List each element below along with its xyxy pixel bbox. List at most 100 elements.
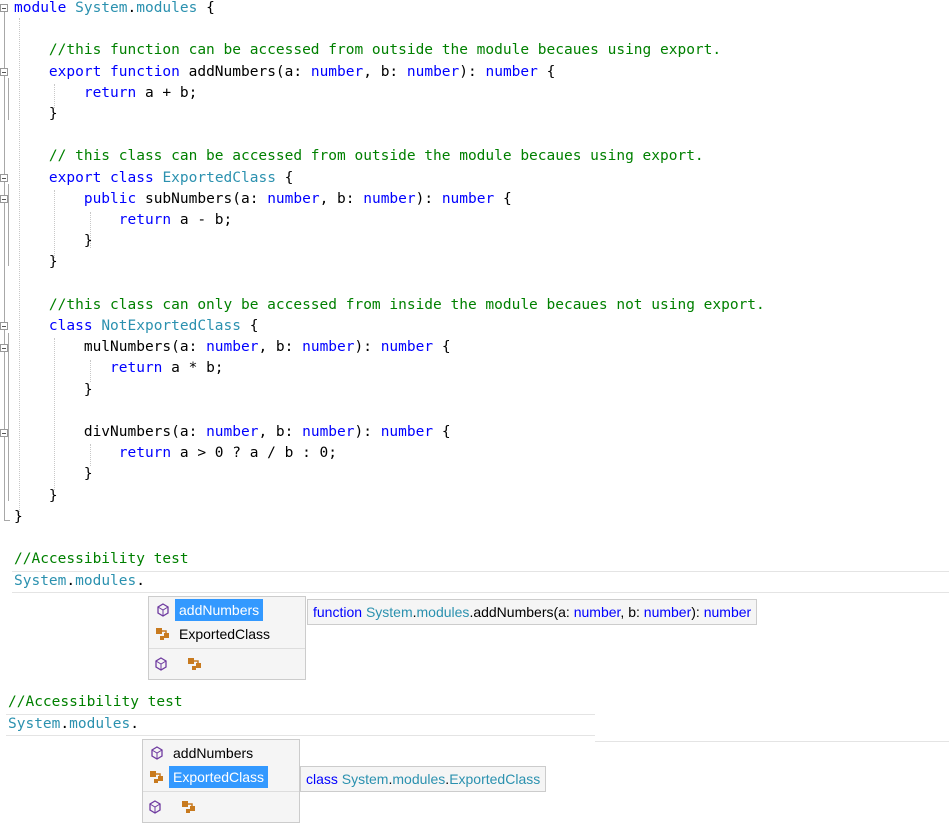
keyword-token: number <box>206 424 259 440</box>
function-icon <box>149 745 165 761</box>
class-icon <box>155 626 171 642</box>
outline-line <box>8 78 9 120</box>
keyword-token: function <box>110 63 180 80</box>
completion-list[interactable]: addNumbers ExportedClass <box>142 739 300 823</box>
text-token: } <box>14 466 93 483</box>
keyword-token: return <box>83 84 137 101</box>
keyword-token: number <box>380 424 434 440</box>
keyword-token: function <box>313 604 366 620</box>
text-token: } <box>14 508 23 525</box>
completion-item-addnumbers[interactable]: addNumbers <box>143 742 299 764</box>
keyword-token: number <box>310 63 364 80</box>
type-token: System <box>75 0 128 16</box>
text-token: subNumbers(a: <box>136 190 268 207</box>
code-line: } <box>14 380 93 400</box>
collapse-icon[interactable] <box>0 195 8 203</box>
keyword-token: number <box>302 339 355 356</box>
code-line: public subNumbers(a: number, b: number):… <box>14 189 512 209</box>
class-filter-icon[interactable] <box>187 656 203 672</box>
collapse-icon[interactable] <box>0 68 8 76</box>
code-line: //this function can be accessed from out… <box>14 40 721 60</box>
code-line-input[interactable]: System.modules. <box>14 571 145 591</box>
dot-token: . <box>130 716 139 732</box>
collapse-icon[interactable] <box>0 4 8 12</box>
outline-line <box>8 184 9 266</box>
collapse-icon[interactable] <box>0 322 8 330</box>
type-token: ExportedClass <box>162 169 276 186</box>
completion-item-addnumbers[interactable]: addNumbers <box>149 599 305 621</box>
keyword-token: number <box>703 604 752 620</box>
keyword-token: class <box>110 169 154 186</box>
function-filter-icon[interactable] <box>153 656 169 672</box>
completion-tooltip: class System.modules.ExportedClass <box>300 766 547 792</box>
text-token: a + b; <box>136 84 198 101</box>
text-token: ): <box>691 604 704 620</box>
line-separator <box>595 741 949 742</box>
code-line-input[interactable]: System.modules. <box>8 714 139 734</box>
code-line: return a > 0 ? a / b : 0; <box>14 443 337 463</box>
collapse-icon[interactable] <box>0 174 8 182</box>
text-token: } <box>14 233 93 250</box>
completion-list[interactable]: addNumbers ExportedClass <box>148 596 306 680</box>
completion-item-label: ExportedClass <box>179 626 271 642</box>
completion-item-label: ExportedClass <box>169 766 269 788</box>
text-token: { <box>537 63 556 80</box>
collapse-icon[interactable] <box>0 429 8 437</box>
text-token: , b: <box>319 190 364 207</box>
text-token: ): <box>415 190 442 207</box>
text-token: , b: <box>363 63 407 80</box>
keyword-token: class <box>306 771 342 787</box>
completion-item-exportedclass[interactable]: ExportedClass <box>143 766 299 788</box>
keyword-token: number <box>363 190 416 207</box>
code-line: class NotExportedClass { <box>14 316 259 336</box>
code-line: } <box>14 464 93 484</box>
code-line: } <box>14 231 93 251</box>
text-token: addNumbers(a: <box>179 63 311 80</box>
text-token: { <box>275 169 294 186</box>
outline-line-end <box>4 512 10 521</box>
code-line: // this class can be accessed from outsi… <box>14 146 704 166</box>
text-token: .addNumbers(a: <box>469 604 574 620</box>
text-token: ): <box>354 424 381 440</box>
keyword-token: number <box>485 63 538 80</box>
function-filter-icon[interactable] <box>147 799 163 815</box>
text-token: } <box>14 106 58 122</box>
text-token: { <box>433 339 451 356</box>
code-line: } <box>14 104 58 124</box>
keyword-token: export <box>48 63 102 80</box>
type-token: modules <box>416 604 470 620</box>
text-token: , b: <box>258 339 303 356</box>
dot-token: . <box>66 573 76 589</box>
keyword-token: return <box>110 360 163 377</box>
keyword-token: public <box>83 190 137 207</box>
text-token: divNumbers(a: <box>14 424 207 440</box>
type-token: modules <box>392 771 446 787</box>
type-token: NotExportedClass <box>101 318 241 334</box>
current-line-highlight <box>12 571 949 593</box>
keyword-token: number <box>406 63 460 80</box>
collapse-icon[interactable] <box>0 344 8 352</box>
type-token: System <box>341 771 389 787</box>
text-token: } <box>14 254 58 271</box>
class-filter-icon[interactable] <box>181 799 197 815</box>
keyword-token: number <box>643 604 692 620</box>
completion-item-exportedclass[interactable]: ExportedClass <box>149 623 305 645</box>
text-token: ): <box>354 339 381 356</box>
keyword-token: return <box>118 212 172 228</box>
keyword-token: class <box>48 318 93 334</box>
dot-token: . <box>136 573 145 589</box>
code-line: } <box>14 486 58 506</box>
namespace-token: System <box>14 573 67 589</box>
completion-item-label: addNumbers <box>175 599 264 621</box>
keyword-token: number <box>302 424 355 440</box>
comment-line: //Accessibility test <box>8 694 183 710</box>
text-token: , b: <box>620 604 644 620</box>
comment-token: // this class can be accessed from outsi… <box>14 148 704 165</box>
